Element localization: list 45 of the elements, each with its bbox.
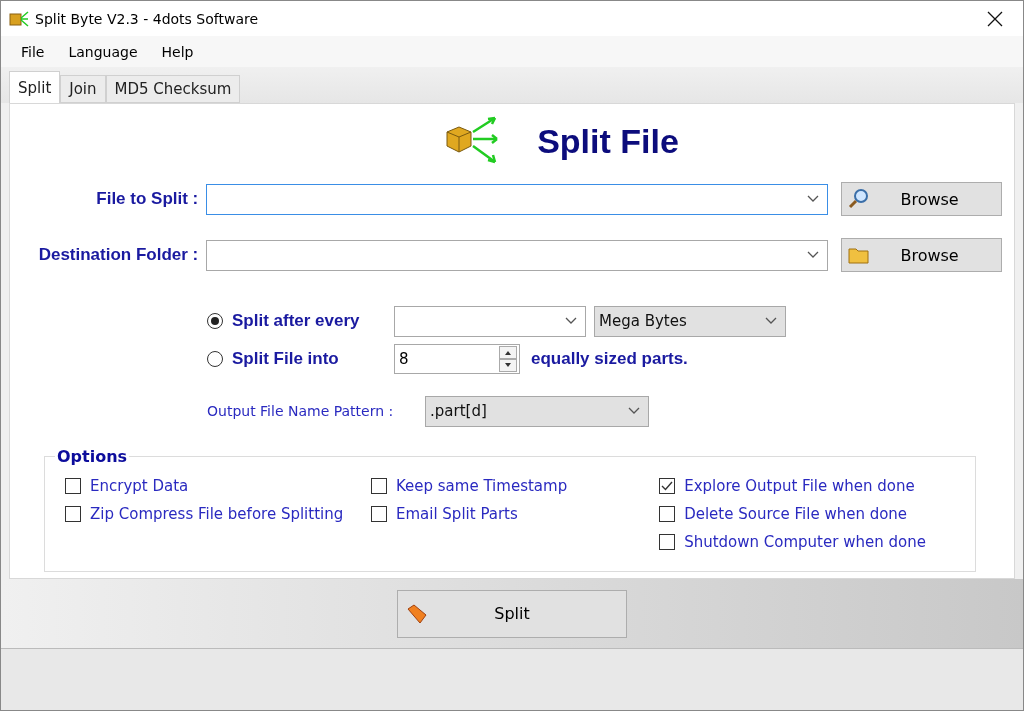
option-label: Split after every [232,311,361,331]
menu-item[interactable]: Help [151,41,204,62]
checkbox[interactable] [370,478,387,494]
checkbox[interactable] [65,478,81,494]
checkbox-label: Encrypt Data [90,477,189,495]
radio-button[interactable] [207,351,223,367]
pattern-label: Output File Name Pattern : [206,403,395,419]
tab[interactable]: MD5 Checksum [105,75,241,103]
menu-item[interactable]: Language [58,41,148,62]
parts-spin-field[interactable]: 8 [394,344,520,374]
close-icon [987,10,1003,27]
browse-button[interactable]: Browse [841,238,1002,272]
browse-button[interactable]: Browse [841,182,1002,216]
checkbox-label: Email Split Parts [395,505,518,523]
checkbox[interactable] [659,506,676,522]
options-title: Options [55,447,130,466]
checkbox[interactable] [370,506,387,522]
checkbox-label: Explore Output File when done [684,477,915,495]
app-cube-icon [9,9,29,28]
pattern-dropdown[interactable]: .part[d] [425,395,649,427]
unit-dropdown[interactable]: Mega Bytes [594,305,786,337]
path-combo-field[interactable] [206,239,829,271]
menu-item[interactable]: File [11,41,55,62]
field-label: File to Split : [95,189,200,209]
tab[interactable]: Join [60,75,106,103]
checkbox-label: Shutdown Computer when done [684,533,926,551]
magnifier-icon [848,188,871,210]
checkbox[interactable] [659,478,676,494]
checkbox[interactable] [659,534,676,550]
split-button[interactable]: Split [397,589,627,638]
parts-suffix: equally sized parts. [531,349,688,369]
window-title: Split Byte V2.3 - 4dots Software [35,10,260,27]
option-label: Split File into [232,349,340,369]
checkbox[interactable] [65,506,81,522]
radio-button[interactable] [207,313,223,329]
path-combo-field[interactable] [206,183,829,215]
spin-arrows-icon [499,346,517,372]
checkbox-label: Delete Source File when done [684,505,908,523]
checkbox-label: Zip Compress File before Splitting [90,505,344,523]
folder-icon [848,245,871,265]
heading: Split File [537,121,679,161]
field-label: Destination Folder : [37,245,200,265]
tab[interactable]: Split [9,71,61,103]
checkbox-label: Keep same Timestamp [395,477,568,495]
size-combo-field[interactable] [394,305,586,337]
